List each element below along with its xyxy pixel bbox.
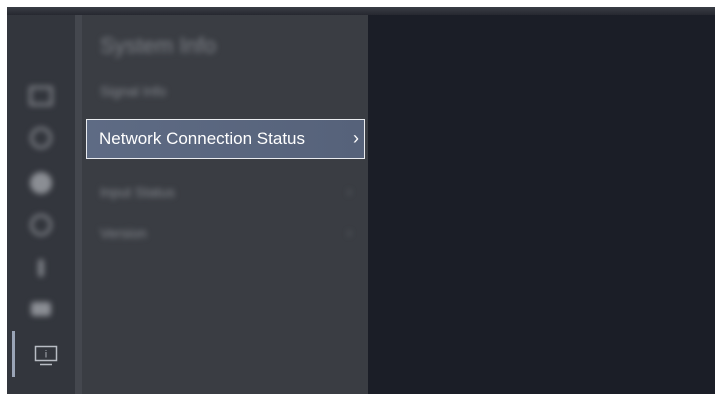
info-icon[interactable]: i [34, 345, 58, 367]
menu-item-network-connection-status[interactable]: Network Connection Status › [86, 119, 365, 159]
menu-item-signal-info[interactable]: Signal Info [100, 83, 166, 99]
chevron-right-icon: › [347, 224, 352, 240]
chevron-right-icon: › [353, 128, 359, 148]
sound-icon[interactable] [28, 127, 54, 149]
top-strip [7, 7, 715, 15]
network-icon[interactable] [28, 172, 54, 194]
svg-text:i: i [45, 350, 47, 361]
menu-item-version[interactable]: Version [100, 225, 147, 241]
tv-settings-screen: i System Info Signal Info Network Connec… [7, 7, 715, 394]
chevron-right-icon: › [347, 183, 352, 199]
settings-menu-panel [82, 15, 368, 394]
settings-category-rail [7, 15, 75, 394]
panel-title: System Info [100, 33, 217, 58]
content-area [368, 15, 715, 394]
display-icon[interactable] [28, 214, 54, 236]
menu-item-input-status[interactable]: Input Status [100, 184, 175, 200]
rail-divider [75, 15, 82, 394]
active-category-indicator [12, 331, 15, 377]
remote-icon[interactable] [28, 257, 54, 279]
menu-item-label: Network Connection Status [99, 129, 305, 148]
camera-icon[interactable] [28, 298, 54, 320]
picture-icon[interactable] [28, 85, 54, 107]
